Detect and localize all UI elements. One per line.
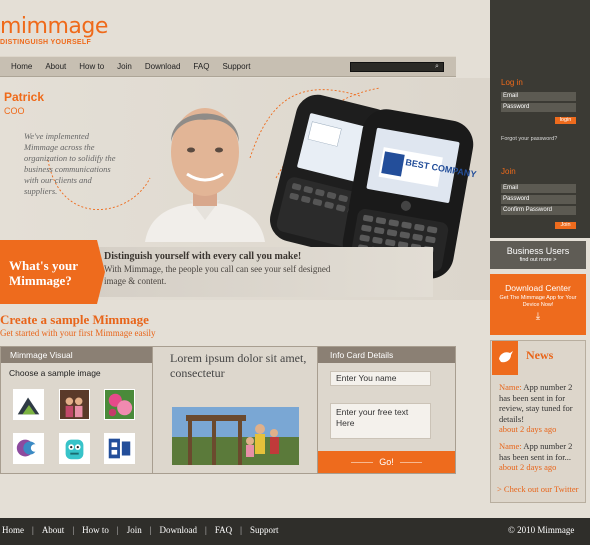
go-label: Go! (379, 457, 394, 467)
news-title: News (526, 348, 554, 362)
nav-download[interactable]: Download (145, 62, 181, 71)
nav-home[interactable]: Home (11, 62, 32, 71)
name-input[interactable]: Enter You name (330, 371, 431, 386)
nav-faq[interactable]: FAQ (193, 62, 209, 71)
sample-image-monster[interactable] (59, 433, 90, 464)
nav-support[interactable]: Support (222, 62, 250, 71)
nav-how-to[interactable]: How to (79, 62, 104, 71)
business-link: find out more > (519, 257, 557, 263)
go-rule (351, 462, 374, 464)
main-nav: Home About How to Join Download FAQ Supp… (0, 56, 456, 77)
login-button[interactable]: login (555, 117, 576, 124)
whats-your-mimmage-badge[interactable]: What's your Mimmage? (0, 240, 97, 304)
join-button[interactable]: Join (555, 222, 576, 229)
logo[interactable]: mimmage (0, 14, 108, 39)
nav-join[interactable]: Join (117, 62, 132, 71)
footer-separator: | (240, 525, 242, 535)
footer-link-download[interactable]: Download (160, 525, 198, 535)
forgot-password-link[interactable]: Forgot your password? (501, 136, 557, 142)
footer-link-how-to[interactable]: How to (82, 525, 109, 535)
badge-line2: Mimmage? (9, 273, 72, 288)
download-center-button[interactable]: Download Center Get The Mimmage App for … (490, 274, 586, 335)
footer-separator: | (72, 525, 75, 535)
testimonial-role: COO (4, 106, 25, 116)
preview-photo (172, 407, 299, 465)
join-password-field[interactable]: Password (501, 195, 576, 204)
sample-image-mountain[interactable] (13, 389, 44, 420)
sample-image-flowers[interactable] (104, 389, 135, 420)
copyright: © 2010 Mimmage (508, 525, 575, 535)
testimonial-name: Patrick (4, 90, 45, 104)
footer-separator: | (32, 525, 34, 535)
footer-nav: Home | About | How to | Join | Download | FAQ… (2, 525, 279, 535)
tagline: DISTINGUISH YOURSELF (0, 39, 92, 46)
join-email-field[interactable]: Email (501, 184, 576, 193)
nav-about[interactable]: About (45, 62, 66, 71)
sample-image-family[interactable] (59, 389, 90, 420)
go-button[interactable]: Go! (318, 451, 455, 473)
create-sample-subtitle: Get started with your first Mimmage easi… (0, 328, 156, 338)
banner-heading: Distinguish yourself with every call you… (104, 251, 302, 262)
create-sample-title: Create a sample Mimmage (0, 312, 149, 327)
login-password-field[interactable]: Password (501, 103, 576, 112)
business-users-button[interactable]: Business Users find out more > (490, 241, 586, 269)
footer-separator: | (205, 525, 207, 535)
preview-title: Lorem ipsum dolor sit amet, consectetur (170, 351, 307, 380)
join-confirm-password-field[interactable]: Confirm Password (501, 206, 576, 215)
testimonial-quote: We've implemented Mimmage across the org… (24, 131, 116, 196)
badge-line1: What's your (9, 258, 78, 273)
mimmage-visual-header: Mimmage Visual (1, 347, 153, 363)
login-email-field[interactable]: Email (501, 92, 576, 101)
footer-separator: | (116, 525, 119, 535)
info-card-header: Info Card Details (318, 347, 455, 363)
business-title: Business Users (506, 246, 570, 256)
search-icon[interactable]: ⌕ (432, 63, 442, 71)
footer-separator: | (149, 525, 152, 535)
footer-link-faq[interactable]: FAQ (215, 525, 232, 535)
portrait-photo (145, 108, 265, 242)
news-bird-icon (492, 341, 518, 375)
download-arrow-icon: ⤓ (535, 311, 541, 322)
join-title: Join (501, 167, 516, 176)
sample-image-best-company-logo[interactable] (104, 433, 135, 464)
news-date: about 2 days ago (499, 462, 557, 472)
news-name: Name: (499, 441, 522, 451)
divider (152, 347, 153, 473)
free-text-input[interactable]: Enter your free text Here (330, 403, 431, 439)
twitter-link[interactable]: > Check out our Twitter (497, 484, 578, 494)
footer-link-support[interactable]: Support (250, 525, 279, 535)
search-input[interactable] (350, 62, 444, 72)
sample-image-logo-circles[interactable] (13, 433, 44, 464)
news-date: about 2 days ago (499, 424, 557, 434)
news-item[interactable]: Name: App number 2 has been sent in for … (499, 382, 581, 435)
footer-link-join[interactable]: Join (127, 525, 142, 535)
download-text: Get The Mimmage App for Your Device Now! (499, 295, 577, 308)
login-title: Log in (501, 78, 523, 87)
download-title: Download Center (505, 283, 571, 293)
news-name: Name: (499, 382, 522, 392)
news-item[interactable]: Name: App number 2 has been sent in for.… (499, 441, 581, 473)
banner-body: With Mimmage, the people you call can se… (104, 264, 331, 286)
go-rule (399, 462, 422, 464)
footer-link-home[interactable]: Home (2, 525, 24, 535)
footer-link-about[interactable]: About (42, 525, 65, 535)
choose-image-label: Choose a sample image (9, 368, 101, 378)
